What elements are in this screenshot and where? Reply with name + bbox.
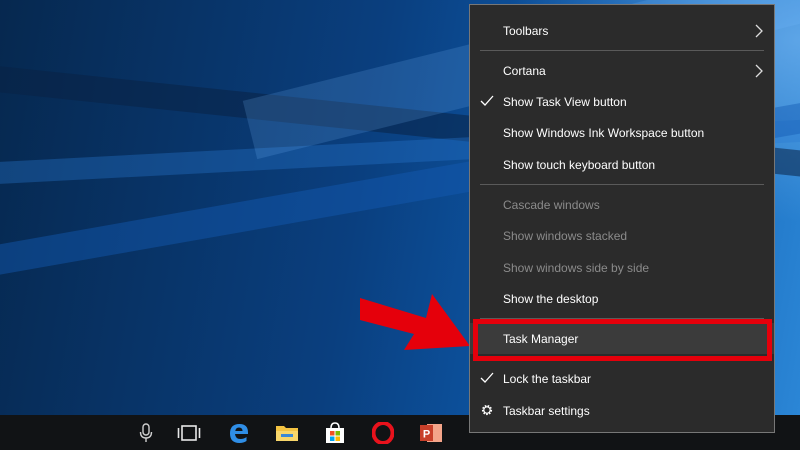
menu-item-show-windows-stacked: Show windows stacked	[470, 220, 774, 251]
menu-item-label: Lock the taskbar	[503, 371, 592, 386]
highlight-box	[473, 319, 772, 361]
menu-item-label: Show windows stacked	[503, 228, 628, 243]
menu-item-label: Show the desktop	[503, 291, 599, 306]
opera-icon[interactable]	[371, 421, 395, 445]
menu-item-cascade-windows: Cascade windows	[470, 189, 774, 220]
menu-item-show-the-desktop[interactable]: Show the desktop	[470, 283, 774, 314]
menu-item-label: Cortana	[503, 63, 546, 78]
menu-separator	[480, 50, 764, 51]
menu-item-lock-the-taskbar[interactable]: Lock the taskbar	[470, 363, 774, 394]
menu-item-label: Show Windows Ink Workspace button	[503, 125, 705, 140]
menu-item-show-windows-ink-workspace-button[interactable]: Show Windows Ink Workspace button	[470, 117, 774, 148]
menu-item-label: Cascade windows	[503, 197, 600, 212]
task-view-icon[interactable]	[177, 421, 201, 445]
menu-item-label: Toolbars	[503, 23, 549, 38]
edge-icon[interactable]	[227, 421, 251, 445]
menu-item-label: Show windows side by side	[503, 260, 650, 275]
svg-text:P: P	[423, 429, 430, 441]
menu-separator	[480, 184, 764, 185]
checkmark-icon	[480, 372, 494, 383]
checkmark-icon	[480, 95, 494, 106]
menu-item-show-task-view-button[interactable]: Show Task View button	[470, 86, 774, 117]
powerpoint-icon[interactable]: P	[419, 421, 443, 445]
menu-item-show-touch-keyboard-button[interactable]: Show touch keyboard button	[470, 149, 774, 180]
store-icon[interactable]	[323, 421, 347, 445]
menu-item-toolbars[interactable]: Toolbars	[470, 15, 774, 46]
menu-item-show-windows-side-by-side: Show windows side by side	[470, 252, 774, 283]
chevron-right-icon	[755, 64, 763, 78]
menu-item-taskbar-settings[interactable]: Taskbar settings	[470, 395, 774, 426]
taskbar-context-menu: Toolbars Cortana Show Task View button S…	[469, 4, 775, 433]
chevron-right-icon	[755, 24, 763, 38]
menu-item-cortana[interactable]: Cortana	[470, 55, 774, 86]
gear-icon	[481, 404, 493, 416]
menu-item-label: Taskbar settings	[503, 403, 590, 418]
file-explorer-icon[interactable]	[275, 421, 299, 445]
menu-item-label: Show touch keyboard button	[503, 157, 656, 172]
microphone-icon[interactable]	[134, 421, 158, 445]
red-arrow-icon	[360, 294, 470, 350]
menu-item-label: Show Task View button	[503, 94, 627, 109]
